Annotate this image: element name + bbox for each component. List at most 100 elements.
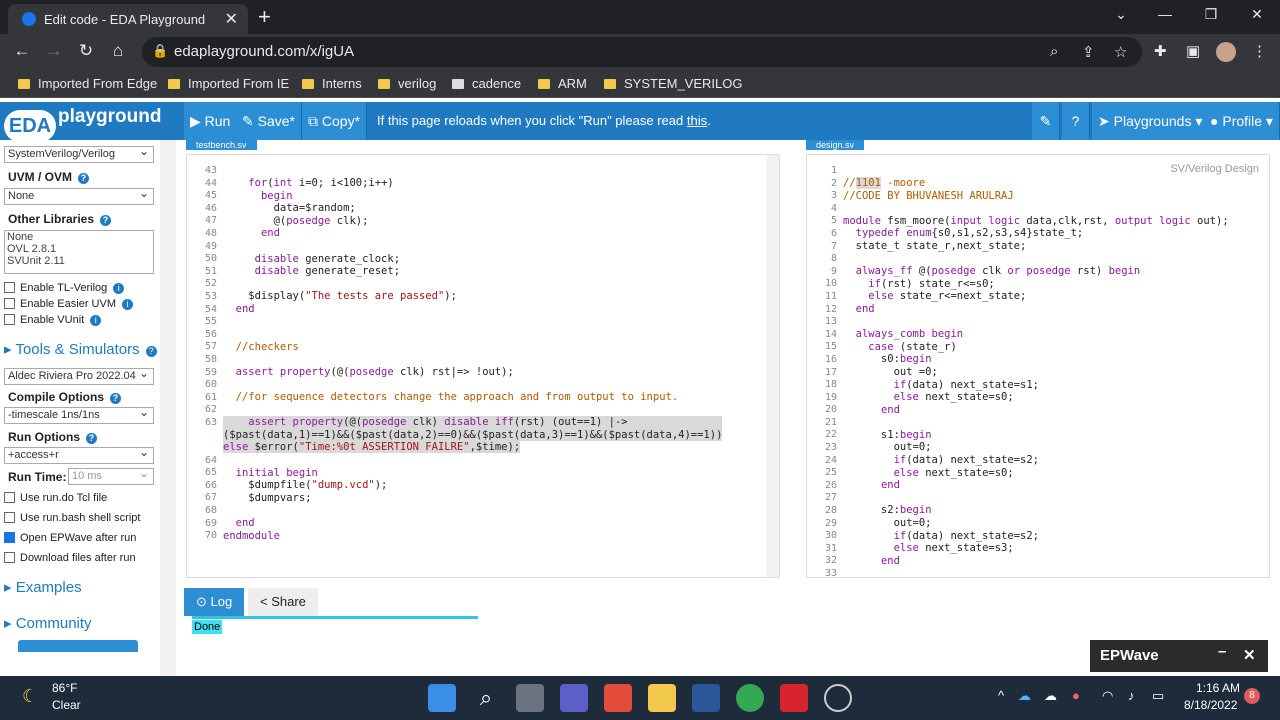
close-window-button[interactable]: ✕	[1242, 6, 1272, 23]
list-item[interactable]: None	[7, 231, 153, 243]
enable-vunit-checkbox[interactable]: Enable VUnit i	[4, 314, 102, 326]
run-time-input[interactable]: 10 ms	[68, 466, 154, 485]
tray-chevron-icon[interactable]: ^	[998, 688, 1004, 703]
lock-icon[interactable]: 🔒	[152, 43, 168, 59]
onedrive-icon[interactable]: ☁	[1018, 688, 1031, 704]
clock-time[interactable]: 1:16 AM	[1196, 681, 1240, 695]
clock-date[interactable]: 8/18/2022	[1184, 698, 1237, 712]
extensions-icon[interactable]: ✚	[1154, 42, 1167, 60]
search-icon[interactable]: ⌕	[472, 684, 500, 712]
tab-testbench[interactable]: testbench.sv	[186, 140, 257, 150]
forward-icon[interactable]: →	[42, 41, 66, 61]
bookmark-star-icon[interactable]: ☆	[1114, 43, 1127, 61]
run-button[interactable]: ▶ Run	[184, 102, 238, 140]
bookmark-item[interactable]: SYSTEM_VERILOG	[604, 76, 742, 91]
sidebar-scrollbar[interactable]	[160, 140, 176, 676]
home-icon[interactable]: ⌂	[106, 41, 130, 61]
sidepanel-icon[interactable]: ▣	[1186, 42, 1200, 60]
weather-temp[interactable]: 86°F	[52, 681, 77, 695]
weather-moon-icon[interactable]: ☾	[22, 686, 38, 707]
start-icon[interactable]	[428, 684, 456, 712]
menu-icon[interactable]: ⋮	[1252, 42, 1267, 60]
volume-icon[interactable]: ♪	[1128, 688, 1135, 703]
obs-icon[interactable]	[824, 684, 852, 712]
tools-simulators-header[interactable]: ▸ Tools & Simulators?	[4, 340, 157, 358]
enable-tl-verilog-checkbox[interactable]: Enable TL-Verilog i	[4, 282, 125, 294]
tab-search-icon[interactable]: ⌄	[1106, 6, 1136, 23]
help-icon[interactable]: ?	[100, 215, 112, 226]
reload-icon[interactable]: ↻	[74, 41, 98, 61]
epwave-window[interactable]: EPWave – ✕	[1090, 640, 1268, 672]
new-tab-button[interactable]: +	[258, 4, 271, 30]
community-header[interactable]: ▸ Community	[4, 614, 92, 632]
list-item[interactable]: SVUnit 2.11	[7, 255, 153, 267]
restore-button[interactable]: ❐	[1196, 6, 1226, 23]
help-icon[interactable]: i	[122, 299, 133, 310]
editor-scrollbar[interactable]	[767, 155, 779, 577]
design-code[interactable]: //1101 -moore//CODE BY BHUVANESH ARULRAJ…	[843, 165, 1229, 577]
file-explorer-icon[interactable]	[648, 684, 676, 712]
bookmark-item[interactable]: Interns	[302, 76, 362, 91]
bookmark-item[interactable]: ARM	[538, 76, 587, 91]
help-icon[interactable]: ?	[110, 393, 121, 404]
playgrounds-menu[interactable]: ➤ Playgrounds ▾	[1092, 102, 1210, 140]
language-select[interactable]: SystemVerilog/Verilog	[4, 144, 154, 163]
help-icon[interactable]: ?	[145, 346, 157, 357]
minimize-button[interactable]: —	[1150, 6, 1180, 22]
bookmark-item[interactable]: verilog	[378, 76, 436, 91]
avatar[interactable]	[1216, 42, 1236, 62]
tab-log[interactable]: ⊙ Log	[184, 588, 245, 616]
enable-easier-uvm-checkbox[interactable]: Enable Easier UVM i	[4, 298, 133, 310]
address-bar[interactable]: 🔒 edaplayground.com/x/igUA ⌕ ⇪ ☆	[142, 37, 1142, 67]
zoom-icon[interactable]: ⌕	[1050, 43, 1058, 60]
eda-logo[interactable]: EDA playground	[4, 106, 179, 142]
tab-share[interactable]: < Share	[248, 588, 318, 616]
cloud-icon[interactable]: ☁	[1044, 688, 1057, 704]
bookmark-item[interactable]: cadence	[452, 76, 521, 91]
download-files-checkbox[interactable]: Download files after run	[4, 552, 136, 564]
help-icon[interactable]: ?	[1062, 102, 1090, 140]
use-run-bash-checkbox[interactable]: Use run.bash shell script	[4, 512, 140, 524]
help-icon[interactable]: ?	[78, 173, 90, 184]
url-text[interactable]: edaplayground.com/x/igUA	[174, 43, 354, 60]
close-icon[interactable]: ✕	[1243, 646, 1256, 664]
examples-header[interactable]: ▸ Examples	[4, 578, 82, 596]
testbench-editor[interactable]: 43 44 45 46 47 48 49 50 51 52 53 54 55 56 57 58 59 60 61 62…	[186, 154, 780, 578]
chrome-icon[interactable]	[736, 684, 764, 712]
uvm-select[interactable]: None	[4, 186, 154, 205]
task-view-icon[interactable]	[516, 684, 544, 712]
teams-icon[interactable]	[560, 684, 588, 712]
edit-icon[interactable]: ✎	[1032, 102, 1060, 140]
minimize-icon[interactable]: –	[1218, 643, 1226, 660]
simulator-select[interactable]: Aldec Riviera Pro 2022.04	[4, 366, 154, 385]
acrobat-icon[interactable]	[780, 684, 808, 712]
open-epwave-checkbox[interactable]: Open EPWave after run	[4, 532, 136, 544]
mic-icon[interactable]: ●	[1072, 688, 1080, 703]
list-item[interactable]: OVL 2.8.1	[7, 243, 153, 255]
word-icon[interactable]	[692, 684, 720, 712]
tab-design[interactable]: design.sv	[806, 140, 865, 150]
bookmark-item[interactable]: Imported From Edge	[18, 76, 157, 91]
save-button[interactable]: ✎ Save*	[236, 102, 302, 140]
help-icon[interactable]: ?	[86, 433, 97, 444]
share-icon[interactable]: ⇪	[1082, 43, 1095, 61]
other-libraries-list[interactable]: None OVL 2.8.1 SVUnit 2.11	[4, 230, 154, 274]
run-options-input[interactable]: +access+r	[4, 445, 154, 464]
help-icon[interactable]: i	[113, 283, 125, 294]
design-editor[interactable]: SV/Verilog Design 1 2 3 4 5 6 7 8 9 10 11 12 13 14 15 1…	[806, 154, 1270, 578]
bookmark-item[interactable]: Imported From IE	[168, 76, 289, 91]
app-icon[interactable]	[604, 684, 632, 712]
wifi-icon[interactable]: ◠	[1102, 688, 1113, 704]
profile-menu[interactable]: ● Profile ▾	[1204, 102, 1280, 140]
battery-icon[interactable]: ▭	[1152, 688, 1164, 704]
weather-condition[interactable]: Clear	[52, 698, 81, 712]
community-button[interactable]	[18, 640, 138, 652]
testbench-code[interactable]: for(int i=0; i<100;i++) begin data=$rand…	[223, 165, 723, 566]
browser-tab[interactable]: Edit code - EDA Playground ✕	[8, 4, 248, 34]
notice-link[interactable]: this	[687, 113, 707, 128]
copy-button[interactable]: ⧉ Copy*	[302, 102, 368, 140]
help-icon[interactable]: i	[90, 315, 102, 326]
use-run-do-checkbox[interactable]: Use run.do Tcl file	[4, 492, 107, 504]
notification-badge[interactable]: 8	[1244, 688, 1260, 704]
back-icon[interactable]: ←	[10, 41, 34, 61]
